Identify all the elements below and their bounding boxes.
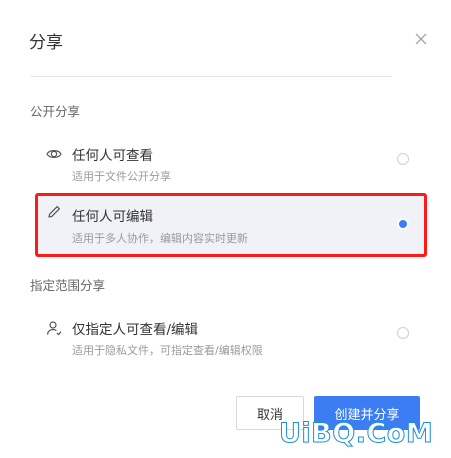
radio-anyone-view[interactable] [397,153,409,165]
option-label: 任何人可编辑 [72,209,153,225]
radio-anyone-edit[interactable] [397,218,409,230]
share-dialog: 分享 公开分享 任何人可查看 适用于文件公开分享 任何人可编辑 适用于多人协作，… [0,0,451,458]
section-heading-scoped: 指定范围分享 [30,278,106,293]
option-label: 任何人可查看 [72,148,153,164]
option-description: 适用于多人协作，编辑内容实时更新 [72,232,248,245]
dialog-title: 分享 [29,33,63,53]
eye-icon [46,150,62,158]
pencil-icon [48,206,60,218]
section-heading-public: 公开分享 [30,104,81,119]
option-description: 适用于隐私文件，可指定查看/编辑权限 [72,344,263,357]
option-description: 适用于文件公开分享 [72,170,171,183]
option-anyone-edit[interactable]: 任何人可编辑 适用于多人协作，编辑内容实时更新 [35,193,427,257]
header-divider [30,76,392,77]
option-label: 仅指定人可查看/编辑 [72,322,199,338]
close-icon[interactable] [414,32,428,46]
option-anyone-view[interactable]: 任何人可查看 适用于文件公开分享 [36,138,424,194]
radio-specified-people[interactable] [397,327,409,339]
option-specified-people[interactable]: 仅指定人可查看/编辑 适用于隐私文件，可指定查看/编辑权限 [36,312,424,368]
user-icon [46,321,62,336]
watermark-text: UiBQ.CoM [278,418,434,450]
